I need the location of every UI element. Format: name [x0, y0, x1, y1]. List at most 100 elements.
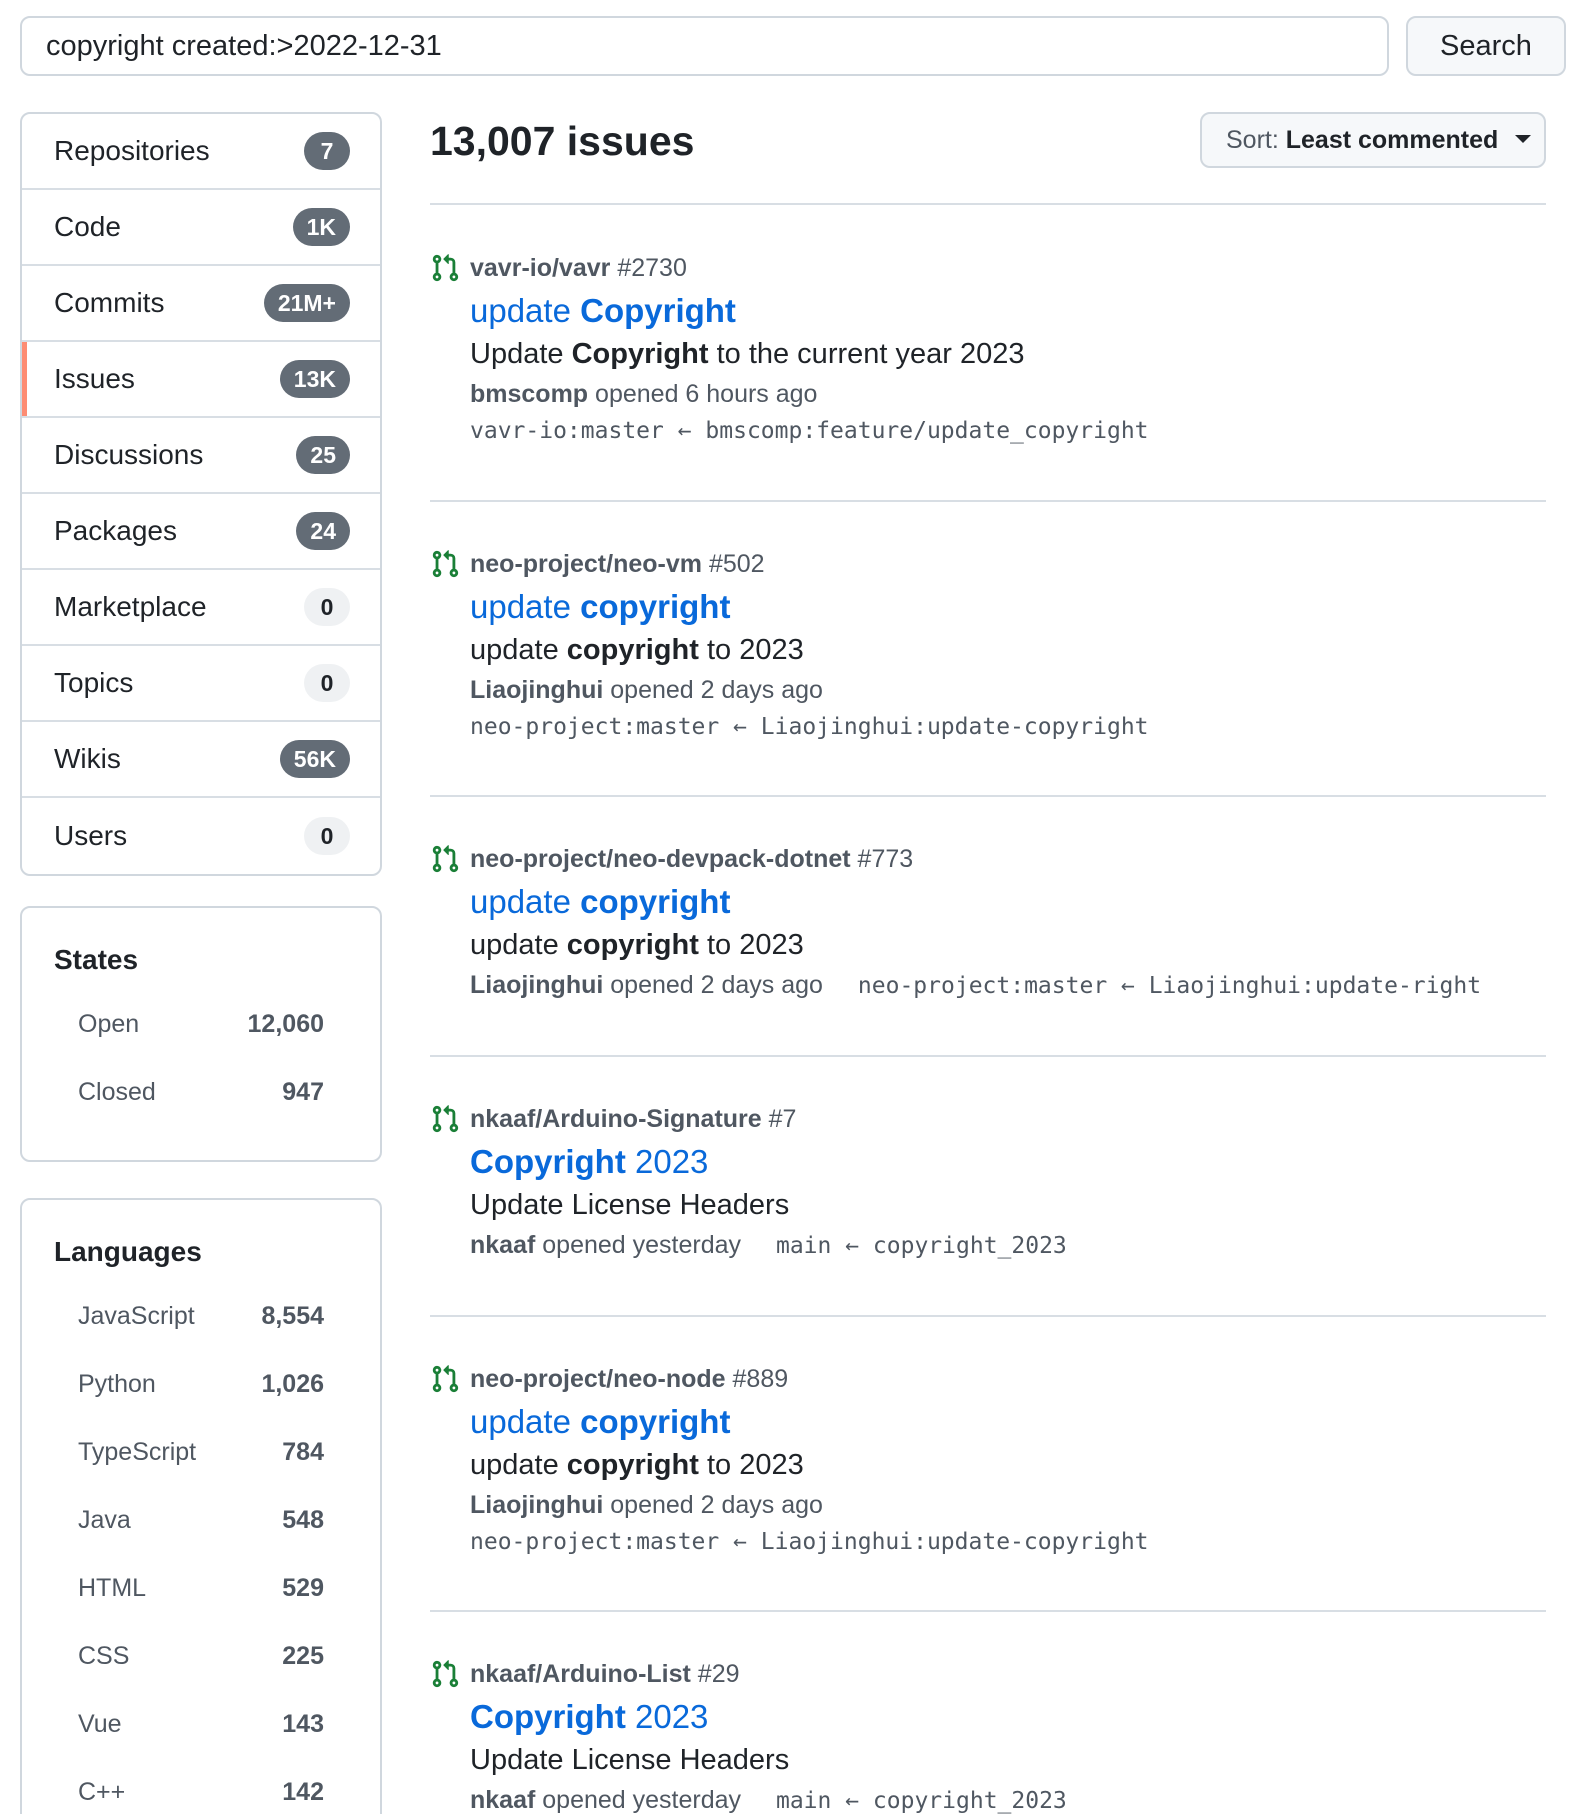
- nav-item-topics[interactable]: Topics 0: [22, 646, 380, 722]
- desc-highlight: copyright: [566, 634, 699, 666]
- author-link[interactable]: bmscomp: [470, 380, 588, 408]
- result-title-link[interactable]: Copyright 2023: [470, 1698, 708, 1736]
- git-pull-request-icon: [432, 1660, 459, 1688]
- branch-info: main ← copyright_2023: [775, 1233, 1067, 1259]
- nav-item-discussions[interactable]: Discussions 25: [22, 418, 380, 494]
- nav-item-label: Issues: [54, 363, 135, 394]
- nav-item-marketplace[interactable]: Marketplace 0: [22, 570, 380, 646]
- nav-item-count: 56K: [279, 740, 350, 778]
- language-count: 225: [282, 1641, 324, 1670]
- nav-item-label: Topics: [54, 667, 134, 698]
- author-link[interactable]: nkaaf: [470, 1231, 535, 1259]
- result-item: neo-project/neo-node #889 update copyrig…: [430, 1363, 1546, 1573]
- result-repo-line: neo-project/neo-vm #502: [470, 550, 765, 579]
- nav-item-label: Discussions: [54, 439, 204, 470]
- language-option-html[interactable]: HTML 529: [22, 1554, 380, 1622]
- nav-item-count: 25: [296, 436, 350, 474]
- author-link[interactable]: Liaojinghui: [470, 676, 603, 704]
- repo-link[interactable]: neo-project/neo-devpack-dotnet: [470, 845, 851, 873]
- nav-item-users[interactable]: Users 0: [22, 798, 380, 874]
- language-count: 142: [282, 1777, 324, 1806]
- search-results-page: copyright created:>2022-12-31 Search Rep…: [0, 0, 1578, 1814]
- git-pull-request-icon: [432, 1365, 459, 1393]
- nav-item-repositories[interactable]: Repositories 7: [22, 114, 380, 190]
- branch-info: neo-project:master ← Liaojinghui:update-…: [857, 973, 1482, 999]
- title-highlight: Copyright: [470, 1698, 626, 1735]
- opened-time: opened yesterday: [542, 1231, 742, 1259]
- language-name: Java: [78, 1505, 131, 1534]
- repo-link[interactable]: nkaaf/Arduino-List: [470, 1660, 691, 1688]
- nav-item-commits[interactable]: Commits 21M+: [22, 266, 380, 342]
- sort-prefix: Sort:: [1226, 126, 1279, 154]
- result-repo-line: vavr-io/vavr #2730: [470, 254, 687, 283]
- result-meta: nkaaf opened yesterday main ← copyright_…: [470, 1231, 1067, 1260]
- language-name: Vue: [78, 1709, 122, 1738]
- language-name: C++: [78, 1777, 126, 1806]
- repo-link[interactable]: vavr-io/vavr: [470, 254, 610, 282]
- search-button[interactable]: Search: [1406, 16, 1566, 76]
- nav-item-code[interactable]: Code 1K: [22, 190, 380, 266]
- opened-time: opened yesterday: [542, 1786, 742, 1814]
- result-item: neo-project/neo-vm #502 update copyright…: [430, 548, 1546, 758]
- title-highlight: Copyright: [580, 292, 736, 329]
- result-title-link[interactable]: Copyright 2023: [470, 1143, 708, 1181]
- result-item: vavr-io/vavr #2730 update Copyright Upda…: [430, 252, 1546, 462]
- author-link[interactable]: nkaaf: [470, 1786, 535, 1814]
- issue-number: #502: [708, 550, 765, 578]
- desc-highlight: copyright: [566, 929, 699, 961]
- states-title: States: [54, 944, 139, 975]
- language-option-javascript[interactable]: JavaScript 8,554: [22, 1282, 380, 1350]
- desc-highlight: Copyright: [571, 338, 709, 370]
- sort-dropdown[interactable]: Sort: Least commented: [1200, 112, 1546, 168]
- language-option-java[interactable]: Java 548: [22, 1486, 380, 1554]
- divider: [430, 203, 1546, 205]
- repo-link[interactable]: nkaaf/Arduino-Signature: [470, 1105, 762, 1133]
- nav-item-count: 0: [304, 664, 350, 702]
- result-meta: nkaaf opened yesterday main ← copyright_…: [470, 1786, 1067, 1814]
- git-pull-request-icon: [432, 1105, 459, 1133]
- divider: [430, 500, 1546, 502]
- repo-link[interactable]: neo-project/neo-node: [470, 1365, 726, 1393]
- result-title-link[interactable]: update copyright: [470, 883, 730, 921]
- nav-item-label: Commits: [54, 287, 165, 318]
- result-title-link[interactable]: update copyright: [470, 588, 730, 626]
- results-title: 13,007 issues: [430, 118, 695, 164]
- branch-info: neo-project:master ← Liaojinghui:update-…: [470, 1529, 1149, 1555]
- state-option-closed[interactable]: Closed 947: [22, 1058, 380, 1126]
- desc-text: Update: [470, 338, 572, 370]
- result-title-link[interactable]: update Copyright: [470, 292, 736, 330]
- language-option-css[interactable]: CSS 225: [22, 1622, 380, 1690]
- nav-item-issues[interactable]: Issues 13K: [22, 342, 380, 418]
- desc-text: to the current year 2023: [708, 338, 1025, 370]
- search-input[interactable]: copyright created:>2022-12-31: [20, 16, 1389, 76]
- language-count: 529: [282, 1573, 324, 1602]
- state-name: Closed: [78, 1077, 156, 1106]
- result-title-link[interactable]: update copyright: [470, 1403, 730, 1441]
- language-name: TypeScript: [78, 1437, 197, 1466]
- language-name: JavaScript: [78, 1301, 195, 1330]
- languages-title: Languages: [54, 1236, 202, 1267]
- nav-item-label: Packages: [54, 515, 177, 546]
- language-option-cpp[interactable]: C++ 142: [22, 1758, 380, 1814]
- languages-filter: Languages JavaScript 8,554 Python 1,026 …: [20, 1198, 382, 1814]
- language-name: Python: [78, 1369, 156, 1398]
- issue-number: #7: [768, 1105, 797, 1133]
- desc-text: update: [470, 929, 567, 961]
- title-highlight: copyright: [580, 588, 731, 625]
- nav-item-packages[interactable]: Packages 24: [22, 494, 380, 570]
- author-link[interactable]: Liaojinghui: [470, 971, 603, 999]
- language-option-python[interactable]: Python 1,026: [22, 1350, 380, 1418]
- nav-item-wikis[interactable]: Wikis 56K: [22, 722, 380, 798]
- language-count: 143: [282, 1709, 324, 1738]
- result-repo-line: nkaaf/Arduino-List #29: [470, 1660, 740, 1689]
- repo-link[interactable]: neo-project/neo-vm: [470, 550, 702, 578]
- language-option-vue[interactable]: Vue 143: [22, 1690, 380, 1758]
- language-option-typescript[interactable]: TypeScript 784: [22, 1418, 380, 1486]
- desc-text: update: [470, 1449, 567, 1481]
- state-option-open[interactable]: Open 12,060: [22, 990, 380, 1058]
- author-link[interactable]: Liaojinghui: [470, 1491, 603, 1519]
- language-count: 784: [282, 1437, 324, 1466]
- language-count: 548: [282, 1505, 324, 1534]
- branch-info: main ← copyright_2023: [775, 1788, 1067, 1814]
- issue-number: #29: [697, 1660, 740, 1688]
